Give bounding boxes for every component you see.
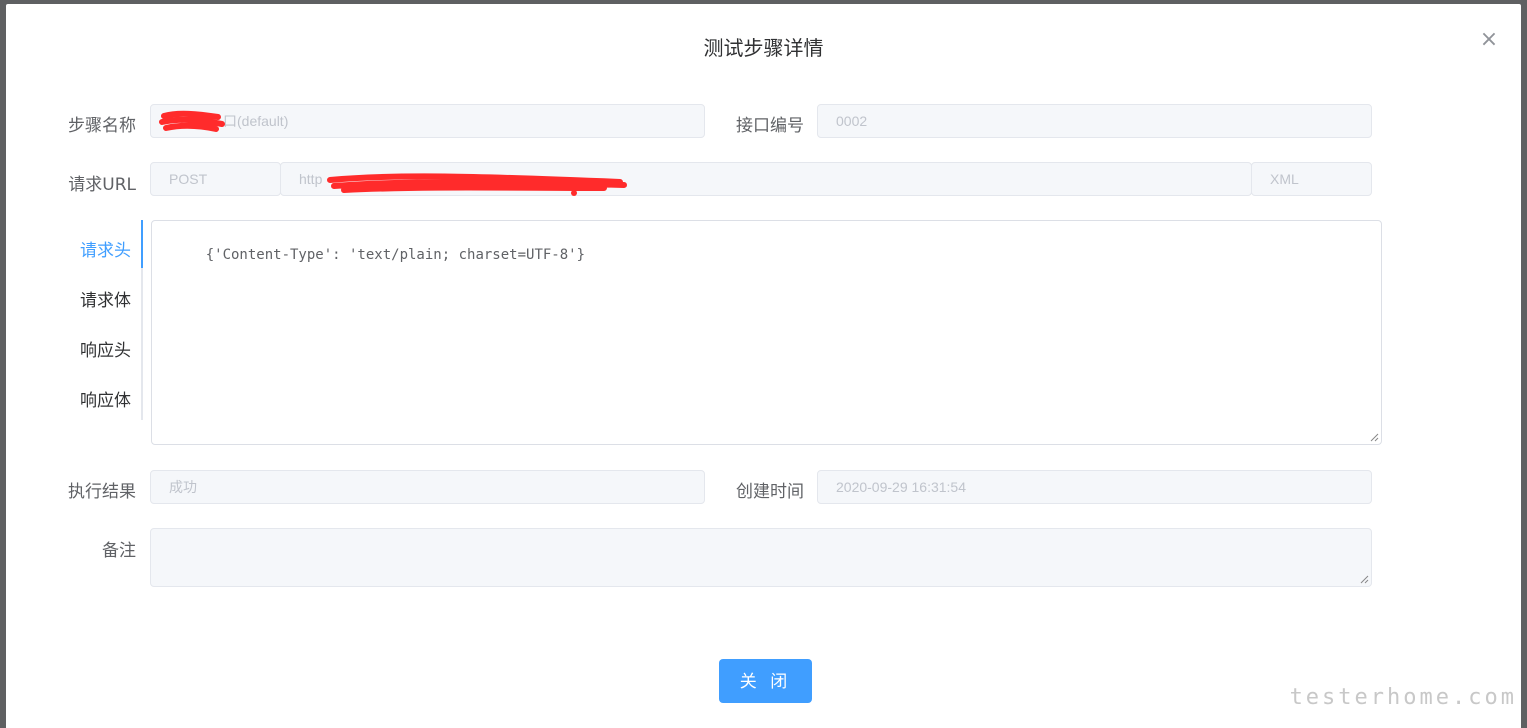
api-no-field[interactable]: 0002 (817, 104, 1372, 138)
created-time-label: 创建时间 (736, 482, 804, 502)
created-time-field[interactable]: 2020-09-29 16:31:54 (817, 470, 1372, 504)
detail-tabs: 请求头 请求体 响应头 响应体 (51, 220, 143, 420)
close-button[interactable]: 关 闭 (719, 659, 812, 703)
tab-response-headers[interactable]: 响应头 (80, 336, 131, 361)
watermark: testerhome.com (1289, 685, 1517, 710)
step-name-field[interactable]: 口(default) (150, 104, 705, 138)
format-field[interactable]: XML (1251, 162, 1372, 196)
dialog-title: 测试步骤详情 (703, 36, 824, 60)
resize-handle-icon[interactable] (1359, 574, 1369, 584)
step-detail-dialog: 测试步骤详情 × 步骤名称 口(default) 接口编号 0002 请求URL… (6, 4, 1521, 728)
tab-request-body[interactable]: 请求体 (80, 286, 131, 311)
result-label: 执行结果 (68, 482, 136, 502)
request-headers-content: {'Content-Type': 'text/plain; charset=UT… (205, 247, 586, 263)
url-label: 请求URL (68, 175, 136, 195)
result-field[interactable]: 成功 (150, 470, 705, 504)
step-name-label: 步骤名称 (68, 116, 136, 136)
close-icon[interactable]: × (1479, 29, 1499, 51)
api-no-label: 接口编号 (736, 116, 804, 136)
remark-label: 备注 (102, 541, 136, 561)
tab-request-headers[interactable]: 请求头 (80, 236, 131, 261)
redaction-scribble (159, 110, 225, 132)
method-field[interactable]: POST (150, 162, 281, 196)
request-headers-textarea[interactable]: {'Content-Type': 'text/plain; charset=UT… (151, 220, 1382, 445)
active-tab-indicator (141, 220, 143, 268)
resize-handle-icon[interactable] (1369, 432, 1379, 442)
tab-response-body[interactable]: 响应体 (80, 386, 131, 411)
redaction-scribble (327, 173, 627, 196)
remark-textarea[interactable] (150, 528, 1372, 587)
